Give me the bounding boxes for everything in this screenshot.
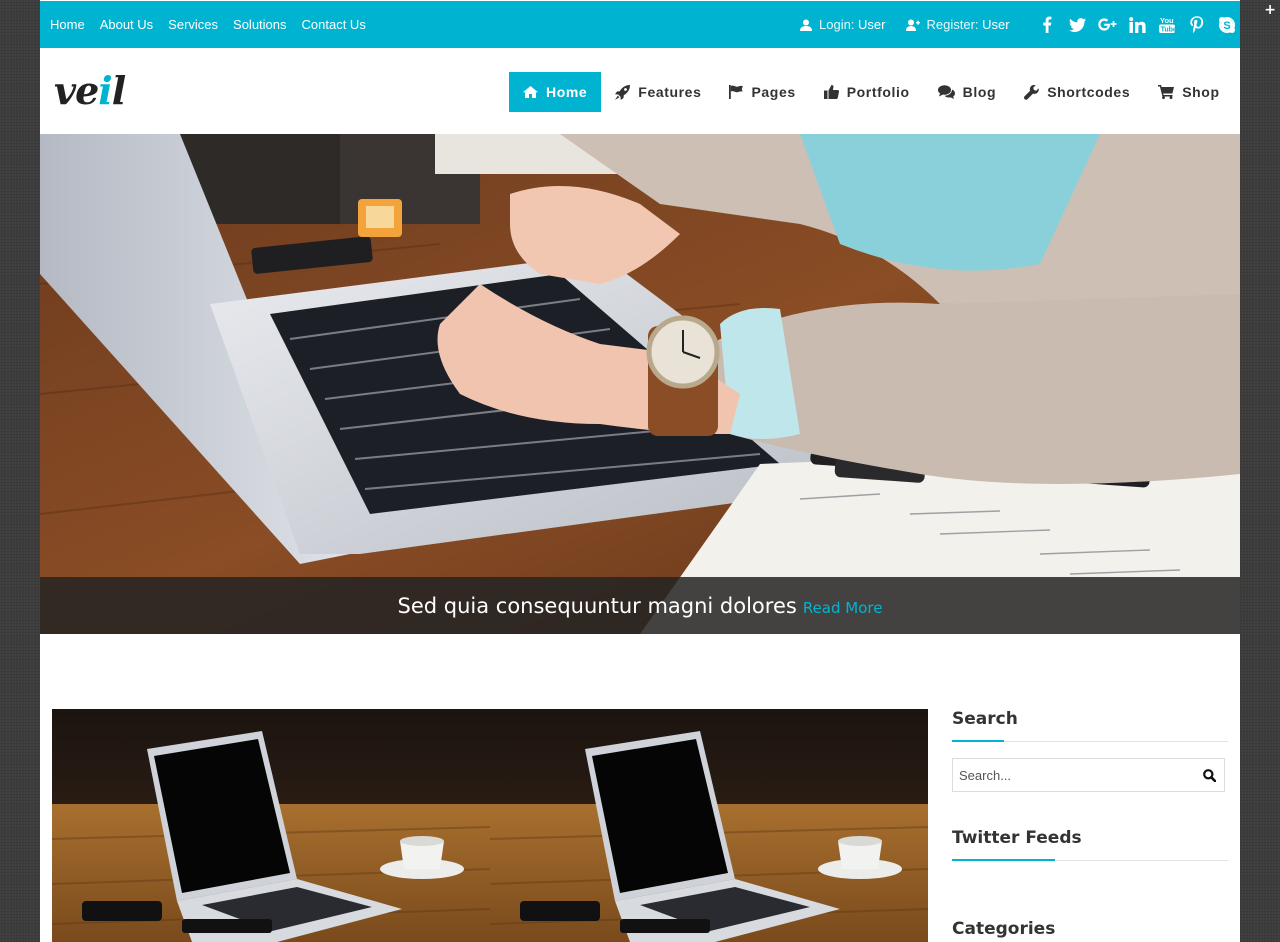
main-nav-home[interactable]: Home [509,72,602,112]
social-links: You Tube S [1032,1,1240,48]
site-header: veil Home Features Pages Portfolio Blog [40,48,1240,134]
main-nav: Home Features Pages Portfolio Blog Short… [509,72,1234,112]
top-nav-solutions[interactable]: Solutions [233,17,286,32]
facebook-icon[interactable] [1032,14,1062,36]
top-nav-services[interactable]: Services [168,17,218,32]
logo-text-start: ve [54,68,99,113]
login-link[interactable]: Login: User [800,17,886,32]
twitter-widget-title-text: Twitter Feeds [952,828,1082,848]
top-nav-contact-us[interactable]: Contact Us [302,17,366,32]
main-nav-blog[interactable]: Blog [924,72,1011,112]
main-nav-home-label: Home [546,84,588,100]
main-nav-shop[interactable]: Shop [1144,72,1233,112]
main-nav-pages-label: Pages [751,84,796,100]
rocket-icon [615,84,631,100]
thumbs-up-icon [823,85,839,99]
user-links: Login: User Register: User [800,1,1030,48]
hero-caption-text: Sed quia consequuntur magni dolores [397,593,797,618]
login-user: User [858,17,886,32]
svg-text:Tube: Tube [1161,26,1175,33]
wrench-icon [1024,84,1039,100]
user-plus-icon [905,19,920,31]
search-widget-title: Search [952,709,1228,742]
main-nav-features-label: Features [638,84,702,100]
hero-image [40,134,1240,634]
post-image[interactable] [52,709,928,942]
read-more-link[interactable]: Read More [803,599,883,617]
corner-plus-icon[interactable]: + [1264,2,1276,18]
main-nav-shortcodes-label: Shortcodes [1047,84,1131,100]
svg-text:You: You [1160,16,1174,25]
twitter-widget-title: Twitter Feeds [952,828,1228,861]
skype-icon[interactable]: S [1212,14,1240,36]
page-wrapper: Home About Us Services Solutions Contact… [40,0,1240,942]
laptop-photo [52,709,928,942]
pinterest-icon[interactable] [1182,14,1212,36]
youtube-icon[interactable]: You Tube [1152,14,1182,36]
main-nav-pages[interactable]: Pages [715,72,809,112]
top-nav-home[interactable]: Home [50,17,85,32]
home-icon [523,86,538,98]
logo-text-end: l [111,68,126,113]
top-nav-about-us[interactable]: About Us [100,17,153,32]
register-user: User [982,17,1010,32]
google-plus-icon[interactable] [1092,14,1122,36]
comments-icon [937,85,955,99]
register-label: Register: [926,17,979,32]
search-icon[interactable] [1203,768,1216,782]
twitter-icon[interactable] [1062,14,1092,36]
top-bar: Home About Us Services Solutions Contact… [40,1,1240,48]
hero-slider[interactable]: Sed quia consequuntur magni dolores Read… [40,134,1240,634]
linkedin-icon[interactable] [1122,14,1152,36]
hero-caption: Sed quia consequuntur magni dolores Read… [40,577,1240,634]
login-label: Login: [819,17,855,32]
search-box [952,758,1225,792]
main-nav-portfolio[interactable]: Portfolio [810,72,924,112]
main-nav-shortcodes[interactable]: Shortcodes [1010,72,1144,112]
title-underline [952,859,1055,861]
categories-widget-title: Categories [952,919,1056,939]
site-logo[interactable]: veil [54,66,126,116]
main-nav-blog-label: Blog [962,84,997,100]
user-icon [800,19,812,31]
cart-icon [1158,85,1175,99]
search-widget-title-text: Search [952,709,1018,729]
flag-icon [729,85,744,99]
top-nav: Home About Us Services Solutions Contact… [50,1,381,48]
search-input[interactable] [959,767,1179,783]
logo-text-accent: i [98,68,112,113]
title-underline [952,740,1004,742]
sidebar: Search Twitter Feeds Categories [952,709,1228,939]
svg-text:S: S [1223,19,1230,31]
register-link[interactable]: Register: User [905,17,1010,32]
main-nav-portfolio-label: Portfolio [846,84,910,100]
main-nav-features[interactable]: Features [601,72,715,112]
main-nav-shop-label: Shop [1182,84,1220,100]
